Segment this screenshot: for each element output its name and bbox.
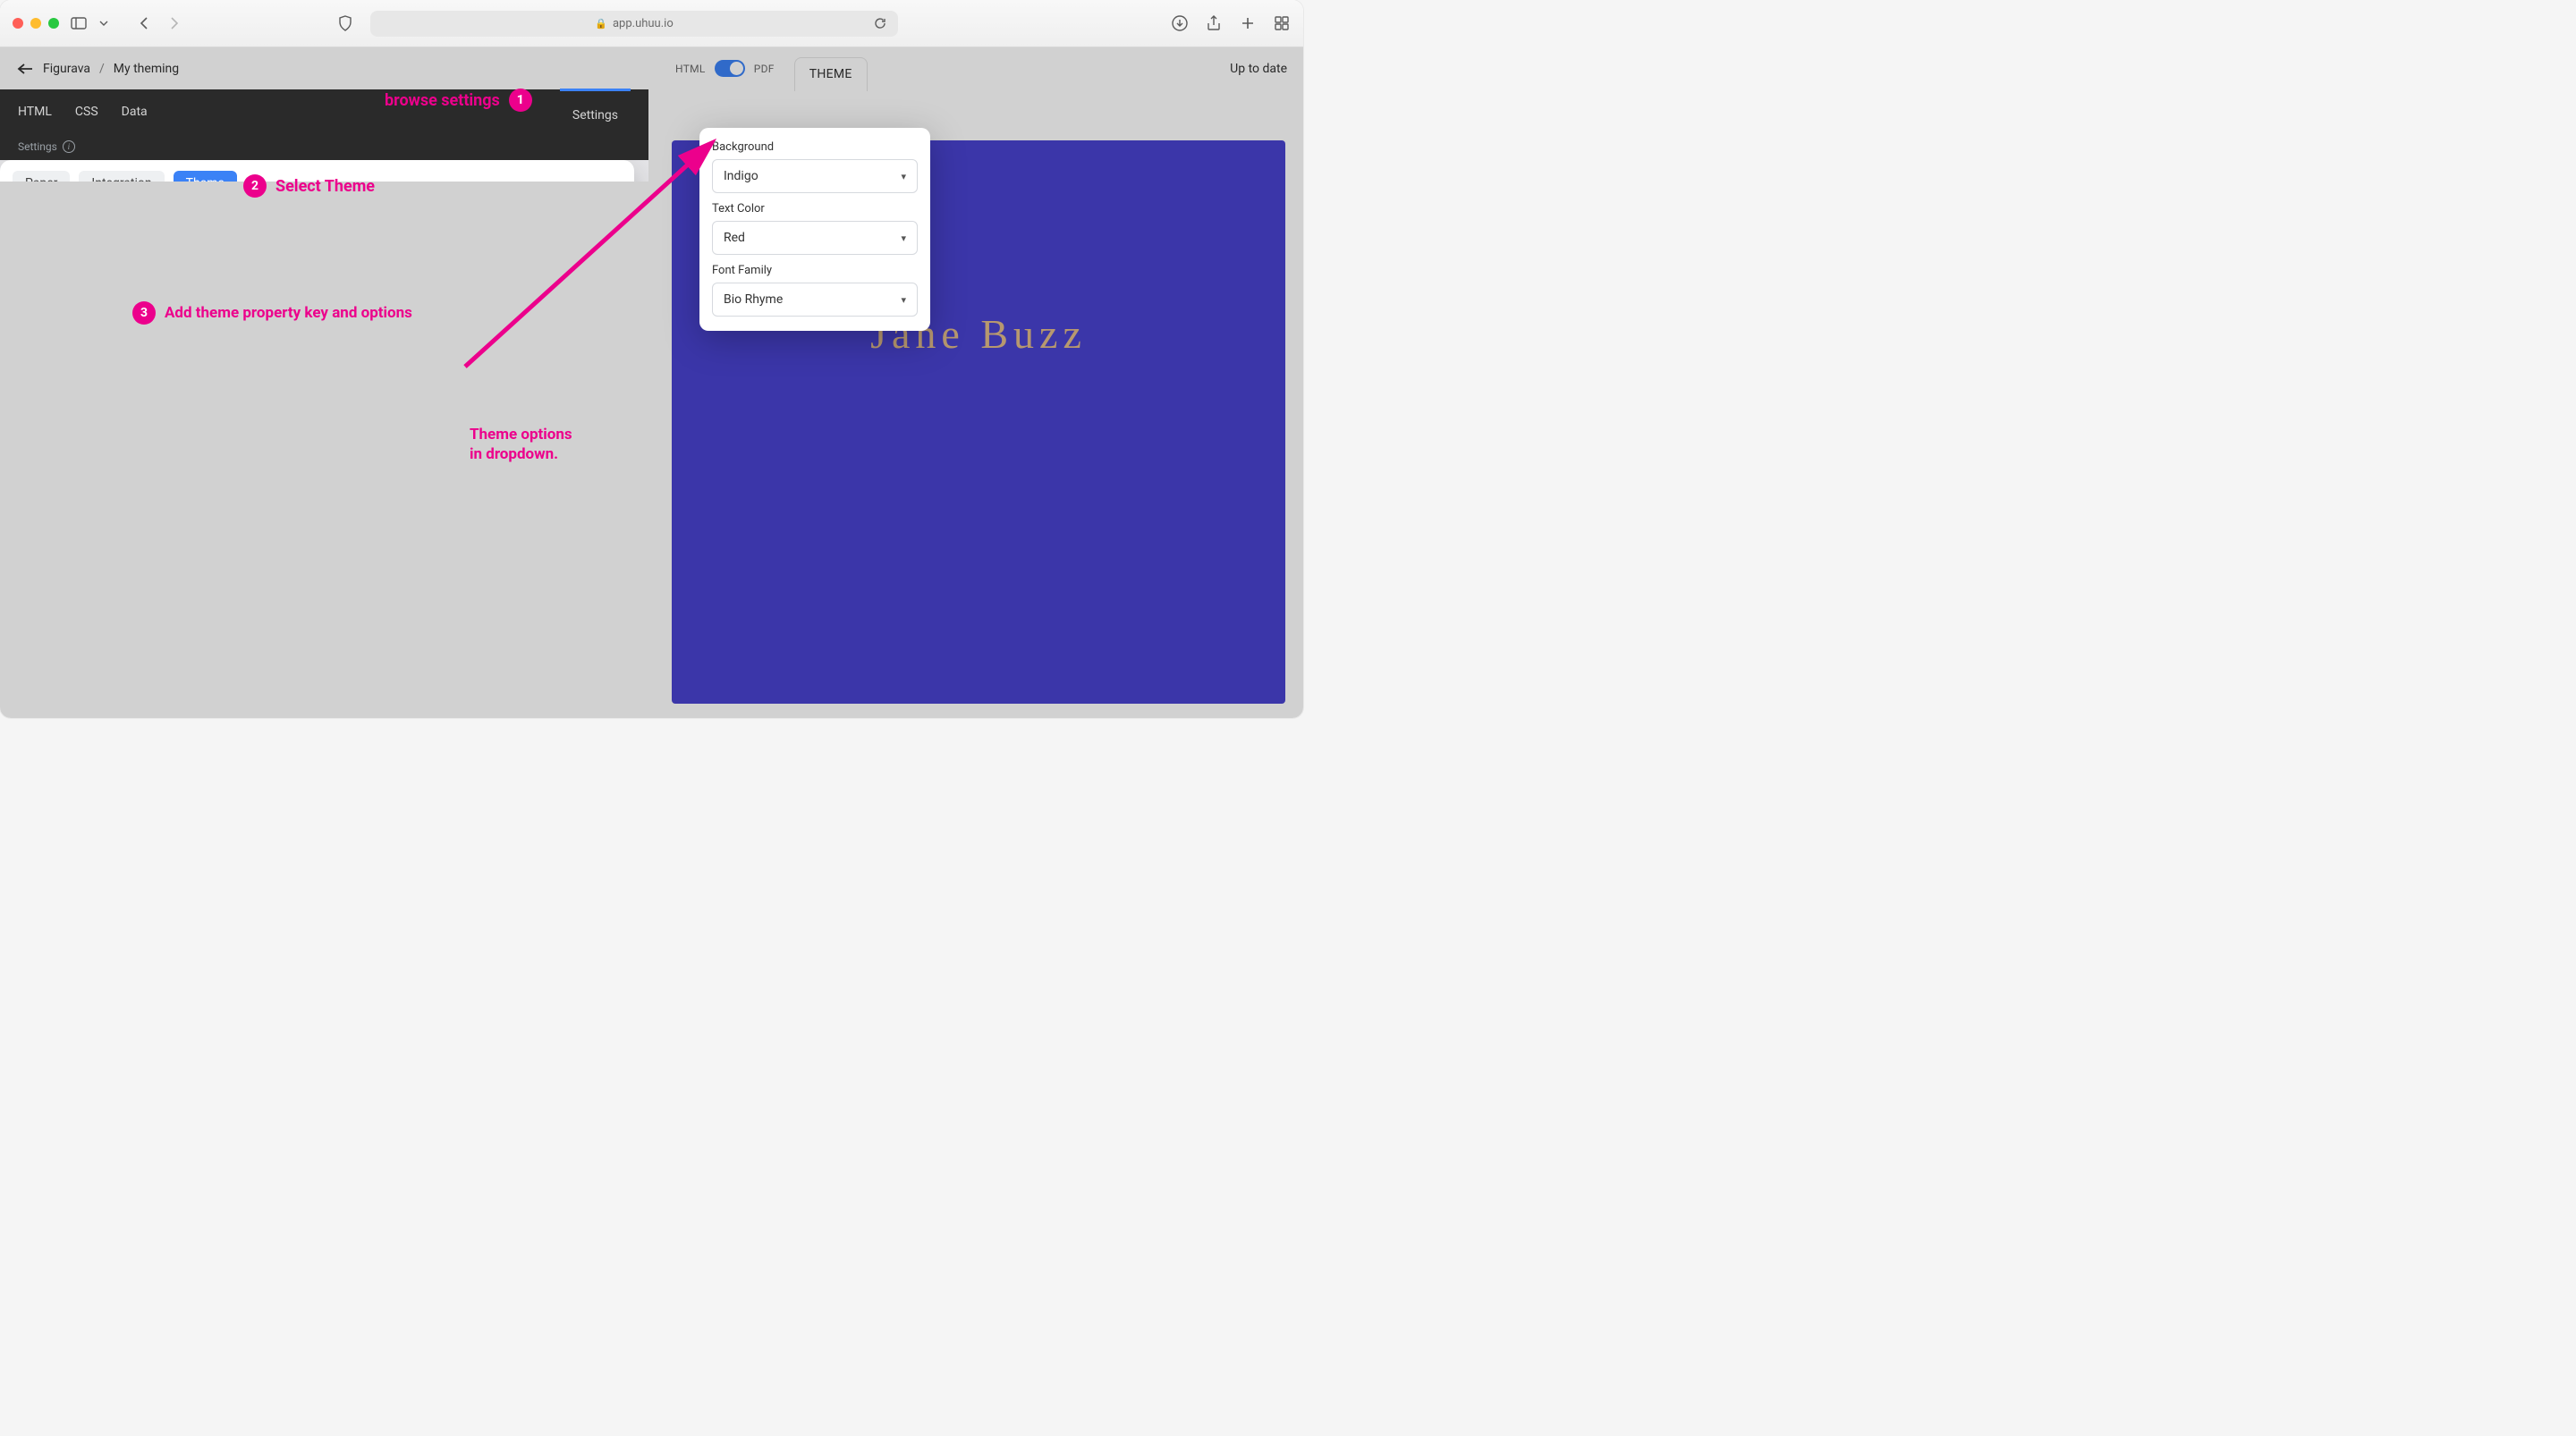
breadcrumb-org[interactable]: Figurava [43, 62, 90, 76]
annotation-browse-settings: browse settings 1 [385, 89, 532, 112]
annotation-select-theme: 2 Select Theme [243, 174, 375, 198]
maximize-window-icon[interactable] [48, 18, 59, 29]
mode-toggle[interactable] [715, 60, 745, 77]
theme-popover: Background Indigo ▾ Text Color Red ▾ Fon… [699, 128, 930, 331]
browser-toolbar: 🔒 app.uhuu.io [0, 0, 1303, 47]
editor-tabs: HTML CSS Data Settings [0, 89, 648, 133]
popover-font-label: Font Family [712, 264, 918, 277]
subheader-label: Settings [18, 140, 57, 153]
sidebar-toggle-icon[interactable] [70, 14, 88, 32]
chevron-down-icon[interactable] [98, 14, 109, 32]
shield-icon[interactable] [336, 14, 354, 32]
address-bar[interactable]: 🔒 app.uhuu.io [370, 11, 898, 37]
chevron-down-icon: ▾ [901, 294, 906, 306]
window-controls [13, 18, 59, 29]
minimize-window-icon[interactable] [30, 18, 41, 29]
annotation-dropdown-caption: Theme options in dropdown. [470, 425, 572, 464]
back-to-projects-icon[interactable] [16, 60, 34, 78]
mode-pdf-label[interactable]: PDF [754, 63, 775, 75]
tab-overview-icon[interactable] [1273, 14, 1291, 32]
popover-textcolor-select[interactable]: Red ▾ [712, 221, 918, 255]
annotation-add-key: 3 Add theme property key and options [132, 301, 412, 325]
new-tab-icon[interactable] [1239, 14, 1257, 32]
chevron-down-icon: ▾ [901, 171, 906, 182]
editor-subheader: Settings i [0, 133, 648, 160]
popover-bg-label: Background [712, 140, 918, 154]
mode-html-label[interactable]: HTML [675, 63, 706, 75]
url-text: app.uhuu.io [613, 17, 674, 30]
tab-settings[interactable]: Settings [560, 89, 631, 132]
settings-tab-paper[interactable]: Paper [13, 171, 70, 182]
forward-icon[interactable] [165, 14, 182, 32]
lock-icon: 🔒 [595, 18, 607, 30]
tab-html[interactable]: HTML [18, 105, 52, 119]
downloads-icon[interactable] [1171, 14, 1189, 32]
popover-font-select[interactable]: Bio Rhyme ▾ [712, 283, 918, 317]
tab-data[interactable]: Data [122, 105, 148, 119]
reload-icon[interactable] [871, 14, 889, 32]
info-icon[interactable]: i [63, 140, 75, 153]
tab-css[interactable]: CSS [75, 105, 98, 119]
theme-popover-tab[interactable]: Theme [794, 57, 868, 91]
save-status: Up to date [1230, 62, 1287, 76]
share-icon[interactable] [1205, 14, 1223, 32]
popover-bg-select[interactable]: Indigo ▾ [712, 159, 918, 193]
settings-tab-theme[interactable]: Theme [174, 171, 237, 182]
breadcrumb-project[interactable]: My theming [114, 62, 179, 76]
close-window-icon[interactable] [13, 18, 23, 29]
back-icon[interactable] [136, 14, 154, 32]
settings-tab-integration[interactable]: Integration [79, 171, 164, 182]
breadcrumb-separator: / [99, 62, 105, 76]
chevron-down-icon: ▾ [901, 232, 906, 244]
app-header-wrap: Figurava / My theming HTML PDF Theme Up … [0, 47, 1303, 89]
popover-textcolor-label: Text Color [712, 202, 918, 215]
